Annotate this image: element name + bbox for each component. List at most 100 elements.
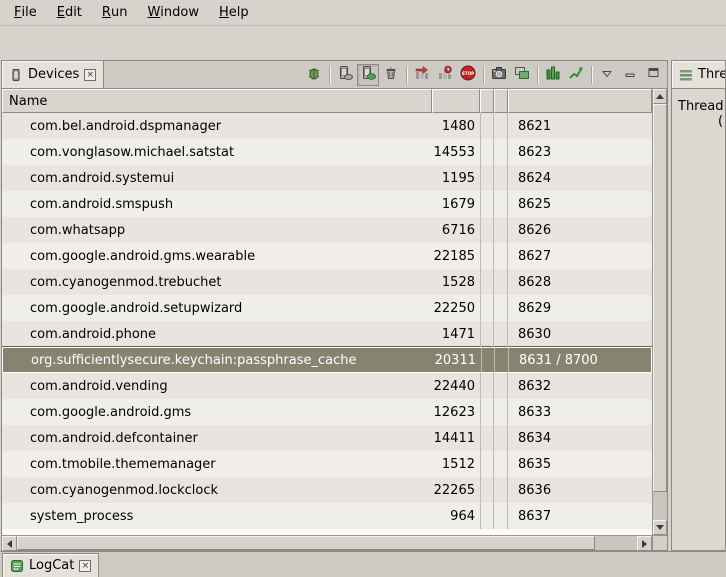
row-spacer-cell [494,451,508,477]
tab-threads[interactable]: Threads × [672,61,725,88]
view-menu-button[interactable] [596,64,618,86]
threads-view: Threads × Thread up ( [671,60,726,551]
column-header-4[interactable] [494,89,508,113]
scroll-right-icon [642,540,647,548]
process-name: org.sufficientlysecure.keychain:passphra… [3,353,433,368]
tab-devices-label: Devices [28,67,79,82]
row-spacer-cell [494,503,508,529]
view-menu-icon [602,67,612,82]
dump-hprof-icon [360,65,376,85]
process-port: 8628 [508,275,652,290]
table-row[interactable]: com.android.vending 22440 8632 [2,373,652,399]
menu-file[interactable]: File [4,0,47,25]
tab-threads-label: Threads [698,67,725,82]
process-pid: 20311 [433,353,481,368]
table-row[interactable]: com.android.systemui 1195 8624 [2,165,652,191]
horizontal-scrollbar-thumb[interactable] [17,536,595,550]
process-pid: 22250 [432,301,480,316]
tab-devices[interactable]: Devices × [2,61,104,88]
stop-process-button[interactable]: STOP [457,64,479,86]
process-name: com.android.defcontainer [2,431,432,446]
capture-trace-button[interactable] [511,64,533,86]
toolbar-separator [406,66,407,84]
scroll-down-button[interactable] [653,520,667,535]
scroll-up-button[interactable] [653,89,667,104]
row-spacer-cell [480,139,494,165]
row-spacer-cell [494,321,508,347]
table-row[interactable]: org.sufficientlysecure.keychain:passphra… [2,347,652,373]
method-profiling-button[interactable] [434,64,456,86]
row-spacer-cell [480,503,494,529]
table-row[interactable]: system_process 964 8637 [2,503,652,529]
menu-window[interactable]: Window [137,0,209,25]
table-row[interactable]: com.google.android.gms 12623 8633 [2,399,652,425]
row-spacer-cell [480,191,494,217]
update-heap-button[interactable] [334,64,356,86]
maximize-icon [648,67,659,82]
table-row[interactable]: com.android.phone 1471 8630 [2,321,652,347]
table-row[interactable]: com.cyanogenmod.lockclock 22265 8636 [2,477,652,503]
process-port: 8621 [508,119,652,134]
toolbar-separator [483,66,484,84]
maximize-view-button[interactable] [642,64,664,86]
menubar: File Edit Run Window Help [0,0,726,26]
process-port: 8626 [508,223,652,238]
row-spacer-cell [480,373,494,399]
hierarchy-view-button[interactable] [542,64,564,86]
table-row[interactable]: com.bel.android.dspmanager 1480 8621 [2,113,652,139]
table-row[interactable]: com.tmobile.thememanager 1512 8635 [2,451,652,477]
process-name: com.google.android.setupwizard [2,301,432,316]
vertical-scrollbar-track[interactable] [653,492,667,520]
process-pid: 1512 [432,457,480,472]
minimize-view-button[interactable] [619,64,641,86]
process-pid: 1195 [432,171,480,186]
threads-icon [679,68,693,82]
process-name: com.android.phone [2,327,432,342]
scroll-down-icon [656,525,664,530]
column-header-pid[interactable] [432,89,480,113]
debug-process-button[interactable] [303,64,325,86]
menu-help[interactable]: Help [209,0,259,25]
table-header: Name [2,89,652,113]
table-row[interactable]: com.whatsapp 6716 8626 [2,217,652,243]
process-name: com.cyanogenmod.trebuchet [2,275,432,290]
menu-edit[interactable]: Edit [47,0,92,25]
row-spacer-cell [480,217,494,243]
vertical-scrollbar[interactable] [652,89,667,535]
horizontal-scrollbar-track[interactable] [595,536,637,550]
table-row[interactable]: com.android.smspush 1679 8625 [2,191,652,217]
menu-run[interactable]: Run [92,0,138,25]
row-spacer-cell [481,348,495,372]
process-pid: 12623 [432,405,480,420]
process-name: com.bel.android.dspmanager [2,119,432,134]
table-row[interactable]: com.android.defcontainer 14411 8634 [2,425,652,451]
tab-logcat-close-icon[interactable]: × [79,560,91,572]
screen-capture-button[interactable] [488,64,510,86]
table-row[interactable]: com.google.android.gms.wearable 22185 86… [2,243,652,269]
vertical-scrollbar-thumb[interactable] [653,104,667,492]
cause-gc-button[interactable] [380,64,402,86]
process-table: Name com.bel.android.dspmanager 1480 862… [2,89,667,535]
tab-logcat[interactable]: LogCat × [2,553,99,577]
table-row[interactable]: com.vonglasow.michael.satstat 14553 8623 [2,139,652,165]
row-spacer-cell [480,451,494,477]
process-port: 8633 [508,405,652,420]
table-row[interactable]: com.cyanogenmod.trebuchet 1528 8628 [2,269,652,295]
device-icon [9,68,23,82]
row-spacer-cell [480,165,494,191]
process-name: com.cyanogenmod.lockclock [2,483,432,498]
dump-hprof-button[interactable] [357,64,379,86]
toolbar-separator [591,66,592,84]
column-header-3[interactable] [480,89,494,113]
update-threads-button[interactable] [411,64,433,86]
horizontal-scrollbar[interactable] [2,536,652,550]
pixel-perfect-button[interactable] [565,64,587,86]
column-header-port[interactable] [508,89,652,113]
row-spacer-cell [480,399,494,425]
scroll-left-button[interactable] [2,536,17,551]
column-header-name[interactable]: Name [2,89,432,113]
process-pid: 1471 [432,327,480,342]
tab-devices-close-icon[interactable]: × [84,69,96,81]
table-row[interactable]: com.google.android.setupwizard 22250 862… [2,295,652,321]
scroll-right-button[interactable] [637,536,652,551]
